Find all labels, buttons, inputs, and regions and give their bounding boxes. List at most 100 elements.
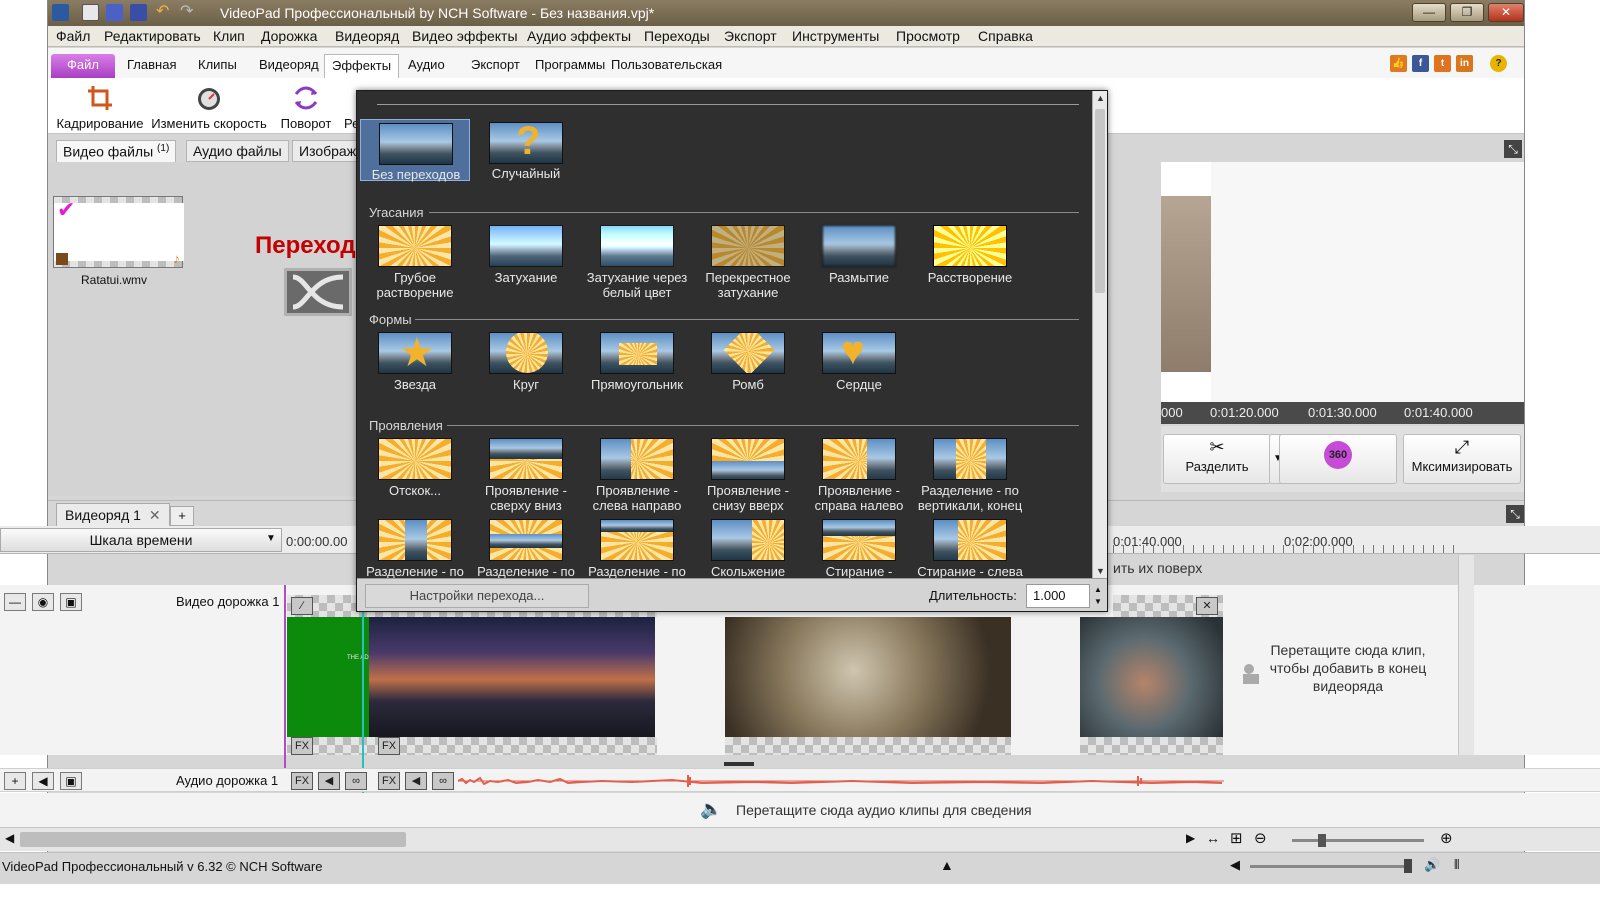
scroll-up-icon[interactable]: ▲: [1096, 93, 1105, 103]
redo-icon[interactable]: ↷: [180, 4, 197, 21]
audio-volume-icon[interactable]: ◀: [318, 772, 340, 790]
transition-item[interactable]: ♥ Сердце: [804, 332, 914, 394]
transition-item[interactable]: Скольжение: [693, 519, 803, 581]
zoom-slider-thumb[interactable]: [1318, 834, 1326, 847]
menu-transitions[interactable]: Переходы: [644, 28, 710, 44]
transition-item[interactable]: Разделение - по: [471, 519, 581, 581]
volume-slider[interactable]: [1250, 865, 1410, 868]
eye-icon[interactable]: ◉: [32, 593, 54, 611]
volume-slider-thumb[interactable]: [1404, 859, 1412, 873]
change-speed-button[interactable]: Изменить скорость: [150, 78, 268, 134]
transition-settings-button[interactable]: Настройки перехода...: [365, 584, 589, 608]
twitter-icon[interactable]: t: [1434, 55, 1451, 72]
new-project-icon[interactable]: [82, 4, 99, 21]
ribbon-tab-audio[interactable]: Аудио: [401, 54, 452, 78]
menu-audio-effects[interactable]: Аудио эффекты: [527, 28, 631, 44]
close-window-button[interactable]: ✕: [1488, 3, 1524, 22]
rotate-button[interactable]: Поворот: [274, 78, 338, 134]
restore-button[interactable]: ❐: [1450, 3, 1484, 22]
tab-audio-files[interactable]: Аудио файлы: [186, 140, 289, 162]
video-clip[interactable]: [725, 617, 1011, 737]
lock-icon[interactable]: ▣: [60, 593, 82, 611]
mixer-icon[interactable]: ⫴: [1454, 857, 1459, 873]
fit-timeline-icon[interactable]: ↔: [1206, 830, 1220, 846]
lock-icon[interactable]: ▣: [60, 772, 82, 790]
scroll-right-icon[interactable]: ▶: [1186, 831, 1195, 845]
add-track-button[interactable]: +: [4, 772, 26, 790]
menu-tools[interactable]: Инструменты: [792, 28, 879, 44]
menu-clip[interactable]: Клип: [213, 28, 245, 44]
like-icon[interactable]: 👍: [1390, 55, 1407, 72]
undock-icon[interactable]: ⤡: [1504, 140, 1522, 158]
facebook-icon[interactable]: f: [1412, 55, 1429, 72]
clip-fx-button[interactable]: FX: [291, 737, 313, 755]
transition-item[interactable]: ★ Звезда: [360, 332, 470, 394]
zoom-in-icon[interactable]: ⊕: [1440, 829, 1453, 847]
audio-link-icon[interactable]: ∞: [345, 772, 367, 790]
ribbon-tab-custom[interactable]: Пользовательская: [604, 54, 729, 78]
transition-marker[interactable]: ✕: [1196, 597, 1218, 615]
ribbon-tab-home[interactable]: Главная: [120, 54, 183, 78]
video-clip[interactable]: [1080, 617, 1223, 737]
ribbon-tab-clips[interactable]: Клипы: [191, 54, 244, 78]
menu-video-effects[interactable]: Видео эффекты: [412, 28, 518, 44]
menu-edit[interactable]: Редактировать: [104, 28, 201, 44]
transition-item[interactable]: Прямоугольник: [582, 332, 692, 394]
close-tab-icon[interactable]: ✕: [149, 507, 161, 523]
transition-item[interactable]: Стирание - слева: [915, 519, 1025, 581]
transition-item[interactable]: Проявление - сверху вниз: [471, 438, 581, 516]
collapse-track-button[interactable]: —: [4, 593, 26, 611]
zoom-slider[interactable]: [1292, 839, 1424, 842]
speaker-icon[interactable]: ◀: [32, 772, 54, 790]
hscroll-thumb[interactable]: [20, 832, 406, 847]
transition-item[interactable]: Ромб: [693, 332, 803, 394]
maximize-button[interactable]: ⤢ Мксимизировать: [1403, 434, 1521, 484]
transition-item[interactable]: Проявление - справа налево: [804, 438, 914, 516]
timeline-vscroll[interactable]: [1458, 555, 1474, 755]
transition-item[interactable]: Проявление - слева направо: [582, 438, 692, 516]
menu-file[interactable]: Файл: [56, 28, 90, 44]
timeline-hscroll[interactable]: ◀ ▶ ↔ ⊞ ⊖ ⊕: [0, 827, 1600, 851]
transition-item[interactable]: Разделение - по: [582, 519, 692, 581]
transition-item[interactable]: Отскок...: [360, 438, 470, 516]
expand-panel-icon[interactable]: ▲: [940, 857, 954, 873]
menu-track[interactable]: Дорожка: [261, 28, 317, 44]
clip-fx-button[interactable]: FX: [378, 737, 400, 755]
minimize-button[interactable]: —: [1412, 3, 1446, 22]
transition-item[interactable]: Разделение - по: [360, 519, 470, 581]
menu-view[interactable]: Просмотр: [896, 28, 960, 44]
ribbon-tab-file[interactable]: Файл: [51, 54, 115, 78]
save-project-icon[interactable]: [130, 4, 147, 21]
undock-timeline-icon[interactable]: ⤡: [1506, 505, 1524, 523]
transition-item[interactable]: Расстворение: [915, 225, 1025, 303]
audio-volume-icon[interactable]: ◀: [405, 772, 427, 790]
duration-input[interactable]: 1.000: [1026, 584, 1090, 608]
transitions-scroll-thumb[interactable]: [1095, 109, 1105, 293]
split-button[interactable]: ✂ Разделить: [1163, 434, 1271, 484]
transition-item[interactable]: Круг: [471, 332, 581, 394]
transition-item[interactable]: Проявление - снизу вверх: [693, 438, 803, 516]
transition-item[interactable]: Грубое растворение: [360, 225, 470, 303]
ribbon-tab-programs[interactable]: Программы: [528, 54, 612, 78]
transition-item[interactable]: Затухание: [471, 225, 581, 303]
audio-fx-button[interactable]: FX: [291, 772, 313, 790]
timeline-mode-select[interactable]: Шкала времени: [0, 528, 282, 552]
open-project-icon[interactable]: [106, 4, 123, 21]
ribbon-tab-effects[interactable]: Эффекты: [324, 54, 400, 78]
transition-item[interactable]: Затухание через белый цвет: [582, 225, 692, 303]
help-icon[interactable]: ?: [1490, 55, 1507, 72]
transition-item[interactable]: Размытие: [804, 225, 914, 303]
menu-help[interactable]: Справка: [978, 28, 1033, 44]
tab-sequence-1[interactable]: Видеоряд 1 ✕: [56, 503, 170, 527]
add-sequence-button[interactable]: +: [170, 506, 194, 526]
transition-item[interactable]: Перекрестное затухание: [693, 225, 803, 303]
title-clip[interactable]: THE AD: [287, 617, 369, 737]
menu-sequence[interactable]: Видеоряд: [335, 28, 399, 44]
tab-video-files[interactable]: Видео файлы (1): [56, 140, 177, 162]
vr360-button[interactable]: 360: [1279, 434, 1397, 484]
transitions-scrollbar[interactable]: ▲ ▼: [1092, 91, 1107, 578]
audio-fx-button[interactable]: FX: [378, 772, 400, 790]
crop-button[interactable]: Кадрирование: [52, 78, 148, 134]
video-clip[interactable]: [369, 617, 655, 737]
linkedin-icon[interactable]: in: [1456, 55, 1473, 72]
